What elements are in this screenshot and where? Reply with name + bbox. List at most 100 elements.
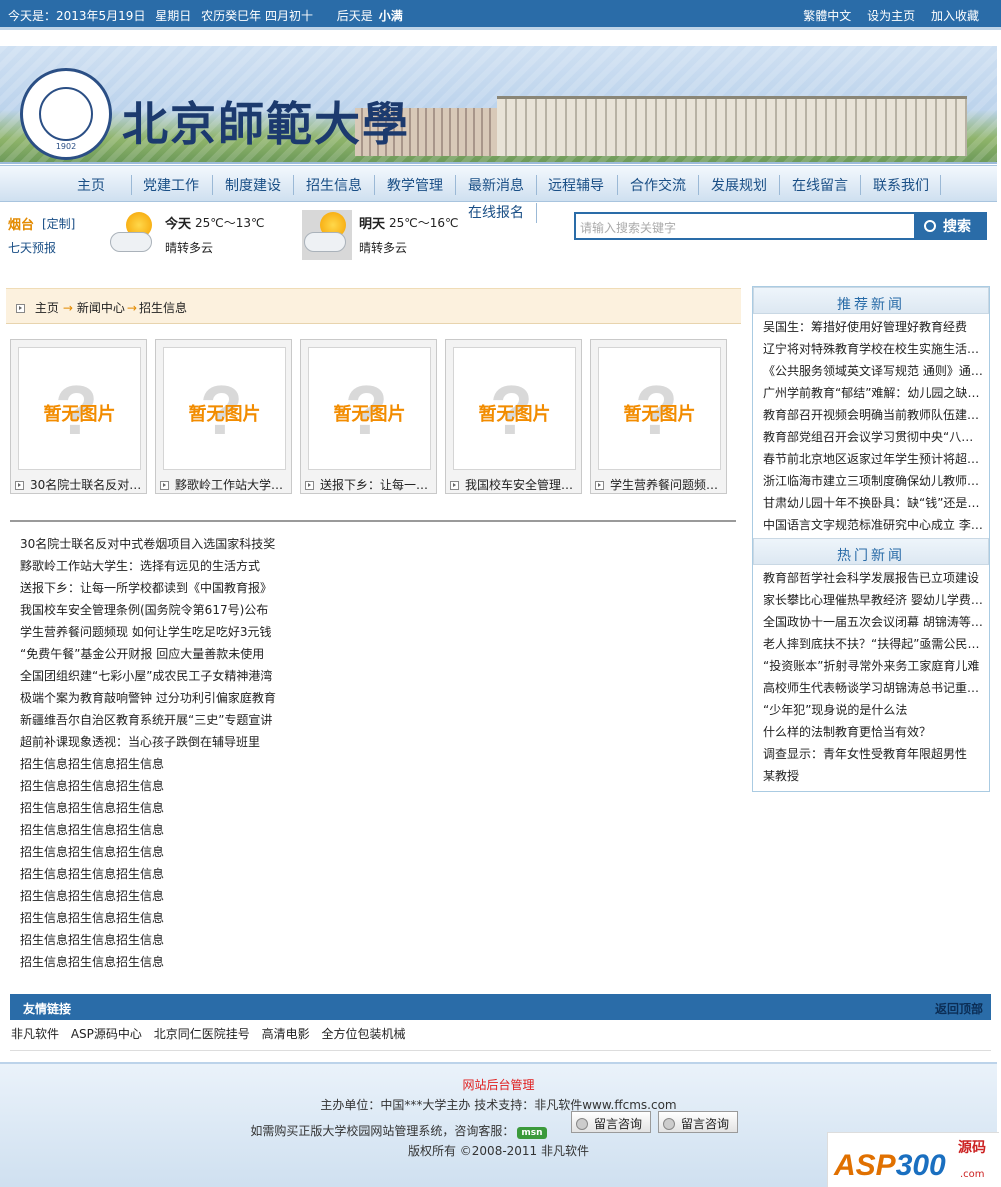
nav-item-planning[interactable]: 发展规划 xyxy=(711,175,767,195)
top-info-bar: 今天是：2013年5月19日 星期日 农历癸巳年 四月初十 后天是 小满 繁體中文… xyxy=(0,0,1001,30)
friend-link[interactable]: 全方位包装机械 xyxy=(321,1027,405,1041)
friend-link[interactable]: 北京同仁医院挂号 xyxy=(154,1027,250,1041)
main-nav: 主页 党建工作 制度建设 招生信息 教学管理 最新消息 远程辅导 合作交流 发展… xyxy=(0,165,997,202)
sidebar-news-item[interactable]: 《公共服务领域英文译写规范 通则》通过审定 xyxy=(763,362,985,384)
list-item[interactable]: 我国校车安全管理条例(国务院令第617号)公布 xyxy=(20,602,320,624)
list-item[interactable]: 招生信息招生信息招生信息 xyxy=(20,954,320,976)
watermark-text: ASP300 xyxy=(834,1149,946,1183)
caption-text: 送报下乡：让每一所学校都读到《中国教育报》 xyxy=(320,478,433,492)
set-homepage-link[interactable]: 设为主页 xyxy=(867,9,915,23)
nav-item-messages[interactable]: 在线留言 xyxy=(792,175,848,195)
sidebar-news-item[interactable]: “投资账本”折射寻常外来务工家庭育儿难 xyxy=(763,657,985,679)
sidebar-news-item[interactable]: 教育部哲学社会科学发展报告已立项建设 xyxy=(763,569,985,591)
nav-item-teaching[interactable]: 教学管理 xyxy=(387,175,443,195)
list-item[interactable]: 新疆维吾尔自治区教育系统开展“三史”专题宣讲 xyxy=(20,712,320,734)
sidebar-news-item[interactable]: 高校师生代表畅谈学习胡锦涛总书记重要讲话 xyxy=(763,679,985,701)
search-input[interactable]: 请输入搜索关键字 xyxy=(574,212,916,240)
sidebar-news-item[interactable]: 广州学前教育“郁结”难解：幼儿园之缺何时解 xyxy=(763,384,985,406)
news-card[interactable]: ?暂无图片 30名院士联名反对中式卷烟项目入选国家科技奖 xyxy=(10,339,147,494)
news-card-caption[interactable]: 我国校车安全管理条例(国务院令第617号)公布 xyxy=(450,476,578,493)
nav-item-rules[interactable]: 制度建设 xyxy=(225,175,281,195)
news-card[interactable]: ?暂无图片 黟歌岭工作站大学生：选择有远见的生活方式 xyxy=(155,339,292,494)
traditional-chinese-link[interactable]: 繁體中文 xyxy=(803,9,851,23)
list-item[interactable]: 送报下乡：让每一所学校都读到《中国教育报》 xyxy=(20,580,320,602)
placeholder-image: ? 暂无图片 xyxy=(308,347,431,470)
add-bookmark-link[interactable]: 加入收藏 xyxy=(931,9,979,23)
list-item[interactable]: 招生信息招生信息招生信息 xyxy=(20,932,320,954)
nav-separator xyxy=(293,175,294,195)
seal-year: 1902 xyxy=(55,142,77,151)
list-item[interactable]: 招生信息招生信息招生信息 xyxy=(20,888,320,910)
list-item[interactable]: 招生信息招生信息招生信息 xyxy=(20,800,320,822)
list-item[interactable]: 招生信息招生信息招生信息 xyxy=(20,778,320,800)
list-item[interactable]: 30名院士联名反对中式卷烟项目入选国家科技奖 xyxy=(20,536,320,558)
list-item[interactable]: 招生信息招生信息招生信息 xyxy=(20,822,320,844)
list-item[interactable]: 招生信息招生信息招生信息 xyxy=(20,866,320,888)
nav-item-party[interactable]: 党建工作 xyxy=(143,175,199,195)
bullet-icon xyxy=(305,481,314,490)
list-item[interactable]: “免费午餐”基金公开财报 回应大量善款未使用 xyxy=(20,646,320,668)
list-item[interactable]: 招生信息招生信息招生信息 xyxy=(20,844,320,866)
msn-icon[interactable]: msn xyxy=(517,1127,547,1139)
list-item[interactable]: 极端个案为教育敲响警钟 过分功利引偏家庭教育 xyxy=(20,690,320,712)
sidebar-news-item[interactable]: 甘肃幼儿园十年不换卧具：缺“钱”还是缺“心” xyxy=(763,494,985,516)
seal-inner-ring xyxy=(39,87,93,141)
list-item[interactable]: 学生营养餐问题频现 如何让学生吃足吃好3元钱 xyxy=(20,624,320,646)
sidebar-news-item[interactable]: 中国语言文字规范标准研究中心成立 李卫红出席 xyxy=(763,516,985,538)
nav-item-latest-news[interactable]: 最新消息 xyxy=(468,175,524,195)
list-item[interactable]: 超前补课现象透视：当心孩子跌倒在辅导班里 xyxy=(20,734,320,756)
news-card[interactable]: ?暂无图片 送报下乡：让每一所学校都读到《中国教育报》 xyxy=(300,339,437,494)
breadcrumb: 主页 → 新闻中心 → 招生信息 xyxy=(6,288,741,324)
tomorrow-desc: 晴转多云 xyxy=(359,241,408,255)
nav-item-admissions[interactable]: 招生信息 xyxy=(306,175,362,195)
friend-link[interactable]: 非凡软件 xyxy=(11,1027,59,1041)
weekday-text: 星期日 xyxy=(155,9,192,23)
sidebar-news-item[interactable]: 吴国生：筹措好使用好管理好教育经费 xyxy=(763,318,985,340)
friend-link[interactable]: 高清电影 xyxy=(262,1027,310,1041)
sidebar-news-item[interactable]: 家长攀比心理催热早教经济 婴幼儿学费高昂 xyxy=(763,591,985,613)
news-card[interactable]: ?暂无图片 学生营养餐问题频现 如何让学生吃足吃好3元钱 xyxy=(590,339,727,494)
breadcrumb-home[interactable]: 主页 xyxy=(35,301,59,315)
bullet-icon xyxy=(15,481,24,490)
back-to-top-link[interactable]: 返回顶部 xyxy=(935,1000,983,1017)
sidebar-news-item[interactable]: 老人摔到底扶不扶？“扶得起”亟需公民道德 xyxy=(763,635,985,657)
sidebar-news-item[interactable]: 春节前北京地区返家过年学生预计将超过百万 xyxy=(763,450,985,472)
search-button[interactable]: 搜索 xyxy=(916,212,987,240)
nav-item-cooperation[interactable]: 合作交流 xyxy=(630,175,686,195)
list-item[interactable]: 黟歌岭工作站大学生：选择有远见的生活方式 xyxy=(20,558,320,580)
consult-button[interactable]: 留言咨询 xyxy=(658,1111,738,1133)
news-card-caption[interactable]: 30名院士联名反对中式卷烟项目入选国家科技奖 xyxy=(15,476,143,493)
sidebar-news-item[interactable]: 辽宁将对特殊教育学校在校生实施生活费补助 xyxy=(763,340,985,362)
news-card-caption[interactable]: 送报下乡：让每一所学校都读到《中国教育报》 xyxy=(305,476,433,493)
nav-separator xyxy=(940,175,941,195)
caption-text: 黟歌岭工作站大学生：选择有远见的生活方式 xyxy=(175,478,288,492)
seven-day-forecast-link[interactable]: 七天预报 xyxy=(8,239,56,256)
sidebar-news-item[interactable]: 教育部党组召开会议学习贯彻中央“八项规定” xyxy=(763,428,985,450)
sidebar-news-item[interactable]: 什么样的法制教育更恰当有效？ xyxy=(763,723,985,745)
purchase-info: 如需购买正版大学校园网站管理系统，咨询客服： msn xyxy=(0,1122,897,1139)
friend-link[interactable]: ASP源码中心 xyxy=(71,1027,142,1041)
nav-item-remote[interactable]: 远程辅导 xyxy=(548,175,604,195)
list-item[interactable]: 招生信息招生信息招生信息 xyxy=(20,756,320,778)
sidebar-news-item[interactable]: 浙江临海市建立三项制度确保幼儿教师待遇 xyxy=(763,472,985,494)
breadcrumb-news-center[interactable]: 新闻中心 xyxy=(77,301,125,315)
nav-item-home[interactable]: 主页 xyxy=(77,175,105,195)
lunar-text: 农历癸巳年 四月初十 xyxy=(201,9,313,23)
sidebar-news-item[interactable]: “少年犯”现身说的是什么法 xyxy=(763,701,985,723)
sidebar-news-item[interactable]: 调查显示：青年女性受教育年限超男性 xyxy=(763,745,985,767)
sidebar-news-item[interactable]: 某教授 xyxy=(763,767,985,789)
consult-button[interactable]: 留言咨询 xyxy=(571,1111,651,1133)
nav-item-contact[interactable]: 联系我们 xyxy=(873,175,929,195)
friend-links-bar: 友情链接 返回顶部 xyxy=(10,994,991,1020)
university-seal-logo: 1902 xyxy=(20,68,112,160)
list-item[interactable]: 全国团组织建“七彩小屋”成农民工子女精神港湾 xyxy=(20,668,320,690)
admin-link[interactable]: 网站后台管理 xyxy=(0,1076,997,1093)
news-card-caption[interactable]: 学生营养餐问题频现 如何让学生吃足吃好3元钱 xyxy=(595,476,723,493)
news-card[interactable]: ?暂无图片 我国校车安全管理条例(国务院令第617号)公布 xyxy=(445,339,582,494)
sidebar-news-item[interactable]: 教育部召开视频会明确当前教师队伍建设重点 xyxy=(763,406,985,428)
weather-customize-link[interactable]: [定制] xyxy=(42,215,75,232)
site-banner: 1902 北京師範大學 xyxy=(0,46,997,164)
sidebar-news-item[interactable]: 全国政协十一届五次会议闭幕 胡锦涛等出席 xyxy=(763,613,985,635)
list-item[interactable]: 招生信息招生信息招生信息 xyxy=(20,910,320,932)
news-card-caption[interactable]: 黟歌岭工作站大学生：选择有远见的生活方式 xyxy=(160,476,288,493)
